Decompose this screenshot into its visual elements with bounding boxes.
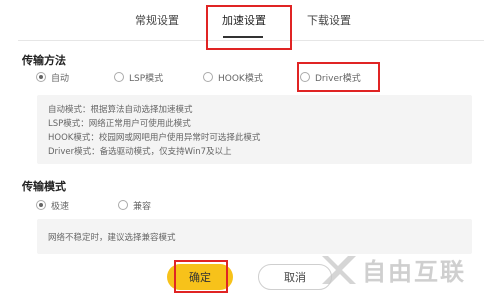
transfer-mode-title: 传输模式: [22, 180, 66, 193]
ok-button[interactable]: 确定: [167, 264, 233, 290]
radio-checked-icon: [36, 200, 46, 210]
radio-auto[interactable]: 自动: [36, 69, 69, 85]
radio-unchecked-icon: [114, 72, 124, 82]
radio-unchecked-icon: [203, 72, 213, 82]
tab-general[interactable]: 常规设置: [135, 12, 179, 28]
radio-compatible[interactable]: 兼容: [118, 197, 151, 213]
radio-compatible-label: 兼容: [133, 201, 152, 212]
cancel-button[interactable]: 取消: [258, 264, 332, 290]
tab-download[interactable]: 下载设置: [307, 12, 351, 28]
radio-checked-icon: [36, 72, 46, 82]
transfer-method-info: 自动模式：根据算法自动选择加速模式 LSP模式：网络正常用户可使用此模式 HOO…: [37, 95, 472, 164]
radio-driver-label: Driver模式: [315, 73, 361, 84]
radio-hook-label: HOOK模式: [218, 73, 263, 84]
radio-fast-label: 极速: [51, 201, 70, 212]
tabs-divider: [18, 40, 484, 41]
radio-auto-label: 自动: [51, 73, 70, 84]
radio-lsp-label: LSP模式: [129, 73, 164, 84]
radio-lsp[interactable]: LSP模式: [114, 69, 163, 85]
radio-hook[interactable]: HOOK模式: [203, 69, 263, 85]
info-line: LSP模式：网络正常用户可使用此模式: [48, 119, 191, 129]
settings-tabs: 常规设置 加速设置 下载设置: [0, 0, 501, 40]
radio-fast[interactable]: 极速: [36, 197, 69, 213]
info-line: 自动模式：根据算法自动选择加速模式: [48, 105, 193, 115]
radio-unchecked-icon: [300, 72, 310, 82]
watermark-text: 自由互联: [362, 258, 466, 286]
transfer-mode-info: 网络不稳定时，建议选择兼容模式: [37, 219, 472, 254]
info-line: Driver模式：备选驱动模式，仅支持Win7及以上: [48, 147, 232, 157]
transfer-method-title: 传输方法: [22, 54, 66, 67]
active-tab-underline: [223, 36, 263, 38]
tab-acceleration[interactable]: 加速设置: [222, 12, 266, 28]
info-line: 网络不稳定时，建议选择兼容模式: [48, 233, 176, 243]
info-line: HOOK模式：校园网或网吧用户使用异常时可选择此模式: [48, 133, 261, 143]
radio-driver[interactable]: Driver模式: [300, 69, 361, 85]
radio-unchecked-icon: [118, 200, 128, 210]
